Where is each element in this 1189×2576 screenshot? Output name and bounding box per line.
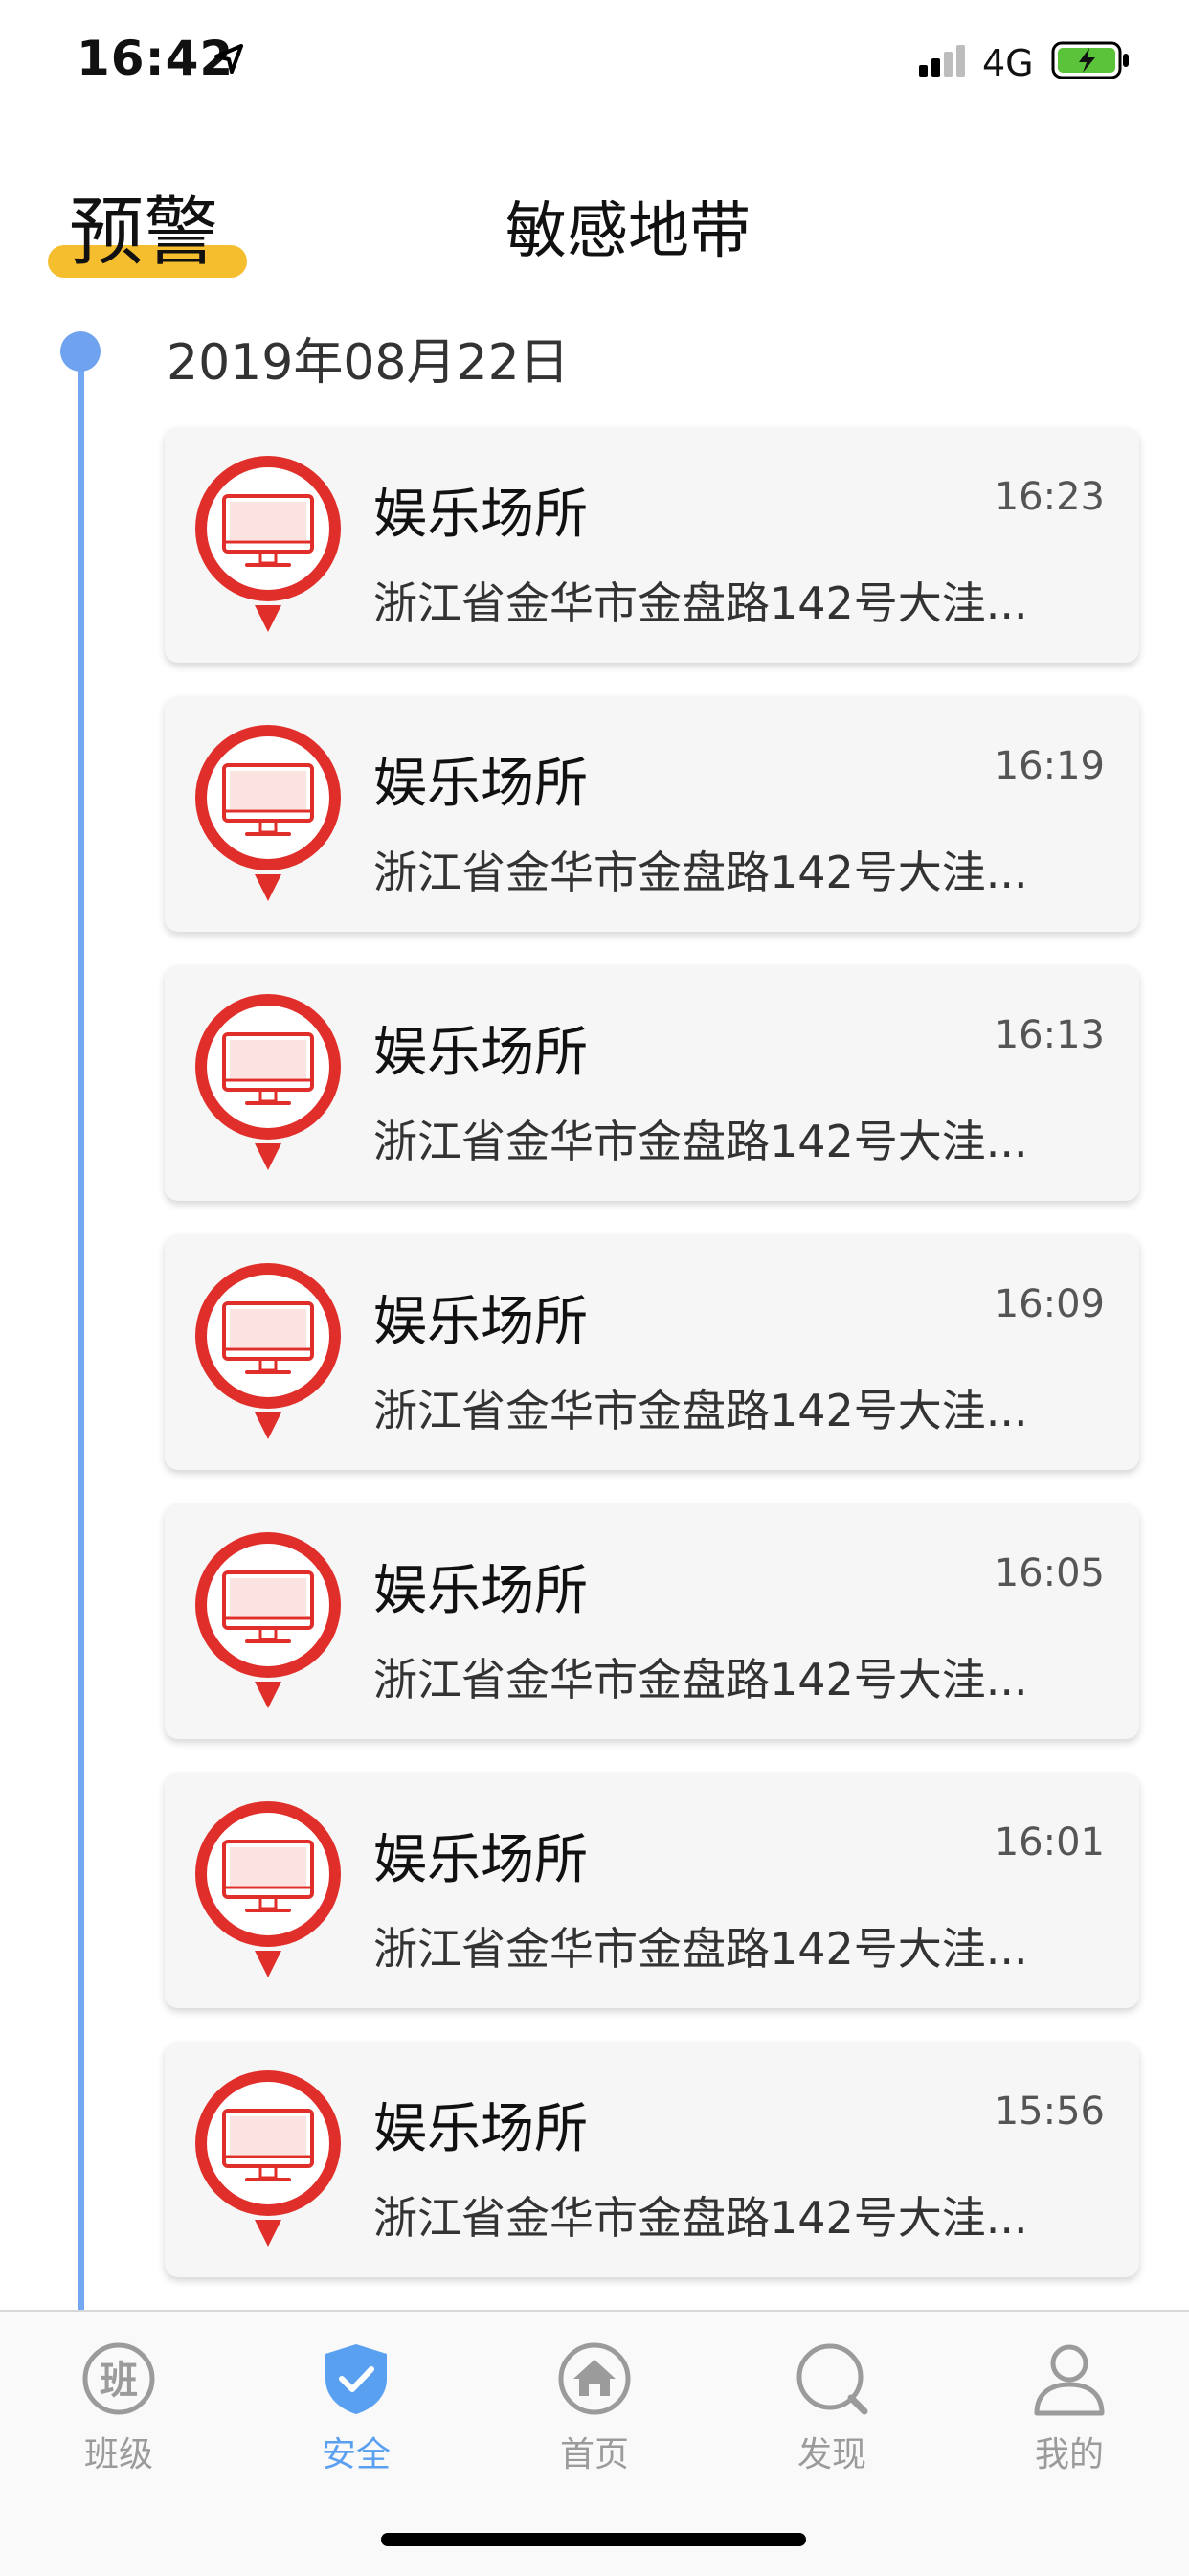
home-indicator [381, 2533, 806, 2546]
entertainment-venue-marker-icon [191, 1796, 345, 1979]
alert-title: 娱乐场所 [373, 1022, 588, 1084]
nav-item-discover[interactable]: 发现 [736, 2331, 928, 2494]
entertainment-venue-marker-icon [191, 2065, 345, 2248]
network-type: 4G [982, 42, 1034, 84]
class-icon: 班 [82, 2342, 155, 2415]
nav-label-profile: 我的 [1034, 2435, 1104, 2474]
status-bar: 16:42 4G [0, 0, 1189, 124]
nav-label-safety: 安全 [321, 2435, 391, 2474]
timeline-dot [60, 331, 101, 372]
svg-text:班: 班 [100, 2359, 138, 2403]
alert-address: 浙江省金华市金盘路142号大洼... [373, 1654, 1028, 1706]
tab-sensitive-areas[interactable]: 敏感地带 [505, 182, 751, 270]
profile-icon [1034, 2344, 1105, 2416]
battery-charging-icon [1051, 41, 1129, 79]
nav-item-safety[interactable]: 安全 [260, 2331, 452, 2494]
alert-address: 浙江省金华市金盘路142号大洼... [373, 577, 1028, 629]
alert-title: 娱乐场所 [373, 1560, 588, 1622]
alert-address: 浙江省金华市金盘路142号大洼... [373, 1116, 1028, 1167]
shield-check-icon [325, 2344, 387, 2414]
alert-time: 16:09 [994, 1282, 1105, 1326]
status-time: 16:42 [77, 31, 235, 86]
home-icon [558, 2342, 631, 2415]
entertainment-venue-marker-icon [191, 450, 345, 634]
alert-card[interactable]: 娱乐场所 16:23 浙江省金华市金盘路142号大洼... [165, 427, 1139, 663]
location-arrow-icon [214, 44, 243, 74]
alert-card[interactable]: 娱乐场所 16:13 浙江省金华市金盘路142号大洼... [165, 965, 1139, 1201]
alert-time: 16:19 [994, 744, 1105, 788]
alert-address: 浙江省金华市金盘路142号大洼... [373, 1385, 1028, 1436]
nav-label-class: 班级 [83, 2435, 153, 2474]
timeline-line [78, 350, 84, 2314]
nav-item-class[interactable]: 班 班级 [23, 2331, 214, 2494]
signal-icon [919, 45, 965, 77]
nav-item-home[interactable]: 首页 [499, 2331, 690, 2494]
alert-time: 16:05 [994, 1551, 1105, 1595]
alert-time: 16:01 [994, 1820, 1105, 1864]
alert-title: 娱乐场所 [373, 484, 588, 546]
alert-title: 娱乐场所 [373, 2098, 588, 2160]
alert-address: 浙江省金华市金盘路142号大洼... [373, 847, 1028, 898]
alert-card[interactable]: 娱乐场所 15:56 浙江省金华市金盘路142号大洼... [165, 2042, 1139, 2277]
alert-title: 娱乐场所 [373, 1291, 588, 1353]
nav-item-profile[interactable]: 我的 [974, 2331, 1165, 2494]
nav-label-home: 首页 [559, 2435, 629, 2474]
alert-card[interactable]: 娱乐场所 16:01 浙江省金华市金盘路142号大洼... [165, 1773, 1139, 2008]
entertainment-venue-marker-icon [191, 1257, 345, 1441]
alert-title: 娱乐场所 [373, 1829, 588, 1891]
alert-card[interactable]: 娱乐场所 16:19 浙江省金华市金盘路142号大洼... [165, 696, 1139, 932]
nav-label-discover: 发现 [796, 2435, 866, 2474]
alert-address: 浙江省金华市金盘路142号大洼... [373, 1923, 1028, 1975]
entertainment-venue-marker-icon [191, 1526, 345, 1710]
timeline-date: 2019年08月22日 [167, 334, 570, 392]
discover-icon [796, 2343, 868, 2415]
alert-card[interactable]: 娱乐场所 16:09 浙江省金华市金盘路142号大洼... [165, 1234, 1139, 1470]
alert-title: 娱乐场所 [373, 753, 588, 815]
entertainment-venue-marker-icon [191, 988, 345, 1172]
alert-card[interactable]: 娱乐场所 16:05 浙江省金华市金盘路142号大洼... [165, 1503, 1139, 1739]
entertainment-venue-marker-icon [191, 719, 345, 903]
tab-warning[interactable]: 预警 [69, 172, 218, 280]
alert-time: 16:13 [994, 1013, 1105, 1057]
alert-time: 16:23 [994, 475, 1105, 519]
alert-time: 15:56 [994, 2090, 1105, 2134]
alert-address: 浙江省金华市金盘路142号大洼... [373, 2192, 1028, 2244]
